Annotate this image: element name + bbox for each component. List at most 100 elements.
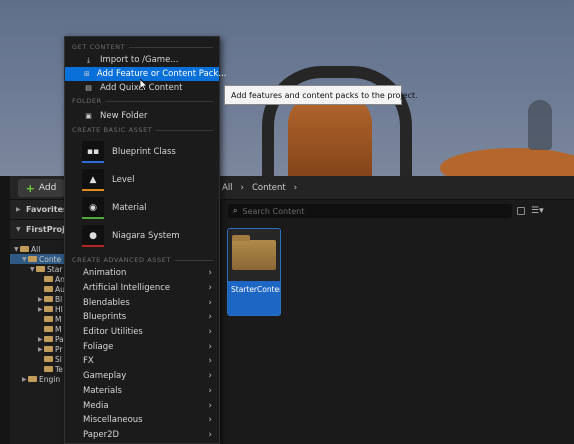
folder-tree: ▼ All ▼ Conte ▼ Star An Au ▶ Bl ▶ HI M M ▶ Pa ▶ Pr Sl Te ▶ En… — [10, 240, 68, 384]
add-feature-icon: ⊞ — [84, 70, 90, 78]
search-input[interactable]: ⌕ Search Content — [228, 204, 512, 218]
tree-item[interactable]: ▼ All — [10, 244, 68, 254]
advanced-asset-item[interactable]: Editor Utilities › — [65, 325, 219, 340]
tree-item[interactable]: ▶ Pa — [10, 334, 68, 344]
basic-asset-item[interactable]: ▲ Level — [65, 166, 219, 194]
tree-item[interactable]: An — [10, 274, 68, 284]
chevron-right-icon: › — [208, 312, 212, 323]
advanced-asset-item[interactable]: Blueprints › — [65, 310, 219, 325]
folder-icon — [44, 346, 53, 352]
tree-item[interactable]: ▶ Pr — [10, 344, 68, 354]
breadcrumb-chevron-icon: › — [293, 183, 298, 193]
add-button[interactable]: + Add — [18, 179, 64, 197]
tree-item[interactable]: ▶ HI — [10, 304, 68, 314]
add-button-label: Add — [38, 183, 57, 193]
table-top — [440, 148, 574, 176]
tree-item[interactable]: Te — [10, 364, 68, 374]
niagara-system-icon: ● — [82, 225, 104, 247]
tree-item[interactable]: ▶ Engin — [10, 374, 68, 384]
breadcrumb-content[interactable]: Content — [252, 183, 286, 193]
advanced-asset-item[interactable]: Artificial Intelligence › — [65, 281, 219, 296]
project-header[interactable]: ▼ FirstProje — [10, 220, 70, 240]
chevron-right-icon: › — [208, 341, 212, 352]
chevron-right-icon: › — [208, 429, 212, 440]
tree-item[interactable]: M — [10, 314, 68, 324]
tree-item[interactable]: Au — [10, 284, 68, 294]
advanced-asset-label: Blendables — [83, 297, 130, 308]
tree-item[interactable]: ▼ Conte — [10, 254, 68, 264]
tree-item-label: Star — [47, 264, 63, 274]
save-search-icon[interactable] — [517, 207, 525, 215]
folder-icon — [28, 256, 37, 262]
new-folder-label: New Folder — [100, 110, 148, 121]
folder-thumbnail — [228, 229, 280, 281]
favorites-label: Favorites — [26, 205, 68, 214]
advanced-asset-label: Media — [83, 400, 109, 411]
tree-item-label: Pr — [55, 344, 63, 354]
folder-icon — [44, 316, 53, 322]
import-icon: ⤓ — [86, 55, 91, 64]
folder-icon — [232, 235, 276, 270]
basic-asset-item[interactable]: ◉ Material — [65, 194, 219, 222]
basic-asset-item[interactable]: ● Niagara System — [65, 222, 219, 250]
asset-tile-startercontent[interactable]: StarterContent — [227, 228, 281, 316]
advanced-asset-label: Foliage — [83, 341, 114, 352]
tree-item-label: Pa — [55, 334, 64, 344]
tree-item[interactable]: ▶ Bl — [10, 294, 68, 304]
folder-icon — [44, 306, 53, 312]
tree-item-label: M — [55, 324, 62, 334]
folder-icon — [44, 276, 53, 282]
tree-item-label: Bl — [55, 294, 63, 304]
chevron-right-icon: › — [208, 297, 212, 308]
advanced-asset-item[interactable]: Miscellaneous › — [65, 413, 219, 428]
advanced-asset-label: Animation — [83, 268, 127, 279]
advanced-asset-label: Artificial Intelligence — [83, 283, 171, 294]
quixel-icon: ▤ — [85, 84, 92, 92]
folder-icon — [28, 376, 37, 382]
folder-header: FOLDER — [65, 95, 219, 107]
level-icon: ▲ — [82, 169, 104, 191]
menu-item-label: Add Feature or Content Pack... — [96, 69, 227, 79]
tree-item[interactable]: ▼ Star — [10, 264, 68, 274]
folder-icon — [36, 266, 45, 272]
advanced-asset-item[interactable]: Gameplay › — [65, 369, 219, 384]
advanced-asset-item[interactable]: Animation › — [65, 266, 219, 281]
material-icon: ◉ — [82, 197, 104, 219]
tree-item-label: M — [55, 314, 62, 324]
get-content-item[interactable]: ⤓ Import to /Game... — [65, 53, 219, 67]
tree-item[interactable]: M — [10, 324, 68, 334]
basic-asset-label: Level — [112, 175, 135, 185]
advanced-asset-item[interactable]: FX › — [65, 354, 219, 369]
folder-icon — [44, 366, 53, 372]
advanced-asset-item[interactable]: Blendables › — [65, 295, 219, 310]
advanced-asset-item[interactable]: Foliage › — [65, 339, 219, 354]
chevron-right-icon: › — [208, 371, 212, 382]
basic-asset-item[interactable]: ▪▪ Blueprint Class — [65, 138, 219, 166]
filter-icon[interactable]: ☰▾ — [531, 206, 544, 216]
asset-tile-name: StarterContent — [228, 281, 280, 315]
advanced-asset-item[interactable]: Media › — [65, 398, 219, 413]
breadcrumb-all[interactable]: All — [222, 183, 233, 193]
tooltip: Add features and content packs to the pr… — [224, 85, 418, 105]
advanced-asset-label: FX — [83, 356, 94, 367]
tree-item-label: HI — [55, 304, 63, 314]
tree-item-label: All — [31, 244, 41, 254]
folder-icon — [44, 286, 53, 292]
tree-item-label: Conte — [39, 254, 62, 264]
new-folder-item[interactable]: ▣ New Folder — [65, 107, 219, 124]
basic-asset-label: Niagara System — [112, 231, 180, 241]
advanced-asset-label: Miscellaneous — [83, 415, 143, 426]
favorites-header[interactable]: ▶ Favorites — [10, 200, 68, 220]
advanced-asset-item[interactable]: Paper2D › — [65, 428, 219, 443]
basic-asset-list: ▪▪ Blueprint Class ▲ Level ◉ Material ● Niagara… — [65, 136, 219, 250]
chevron-right-icon: › — [208, 400, 212, 411]
blueprint-class-icon: ▪▪ — [82, 141, 104, 163]
folder-icon — [20, 246, 29, 252]
advanced-asset-label: Paper2D — [83, 429, 120, 440]
advanced-asset-item[interactable]: Materials › — [65, 384, 219, 399]
new-folder-icon: ▣ — [85, 111, 92, 120]
folder-icon — [44, 296, 53, 302]
tree-item[interactable]: Sl — [10, 354, 68, 364]
advanced-asset-label: Materials — [83, 385, 122, 396]
menu-item-label: Import to /Game... — [100, 55, 179, 65]
